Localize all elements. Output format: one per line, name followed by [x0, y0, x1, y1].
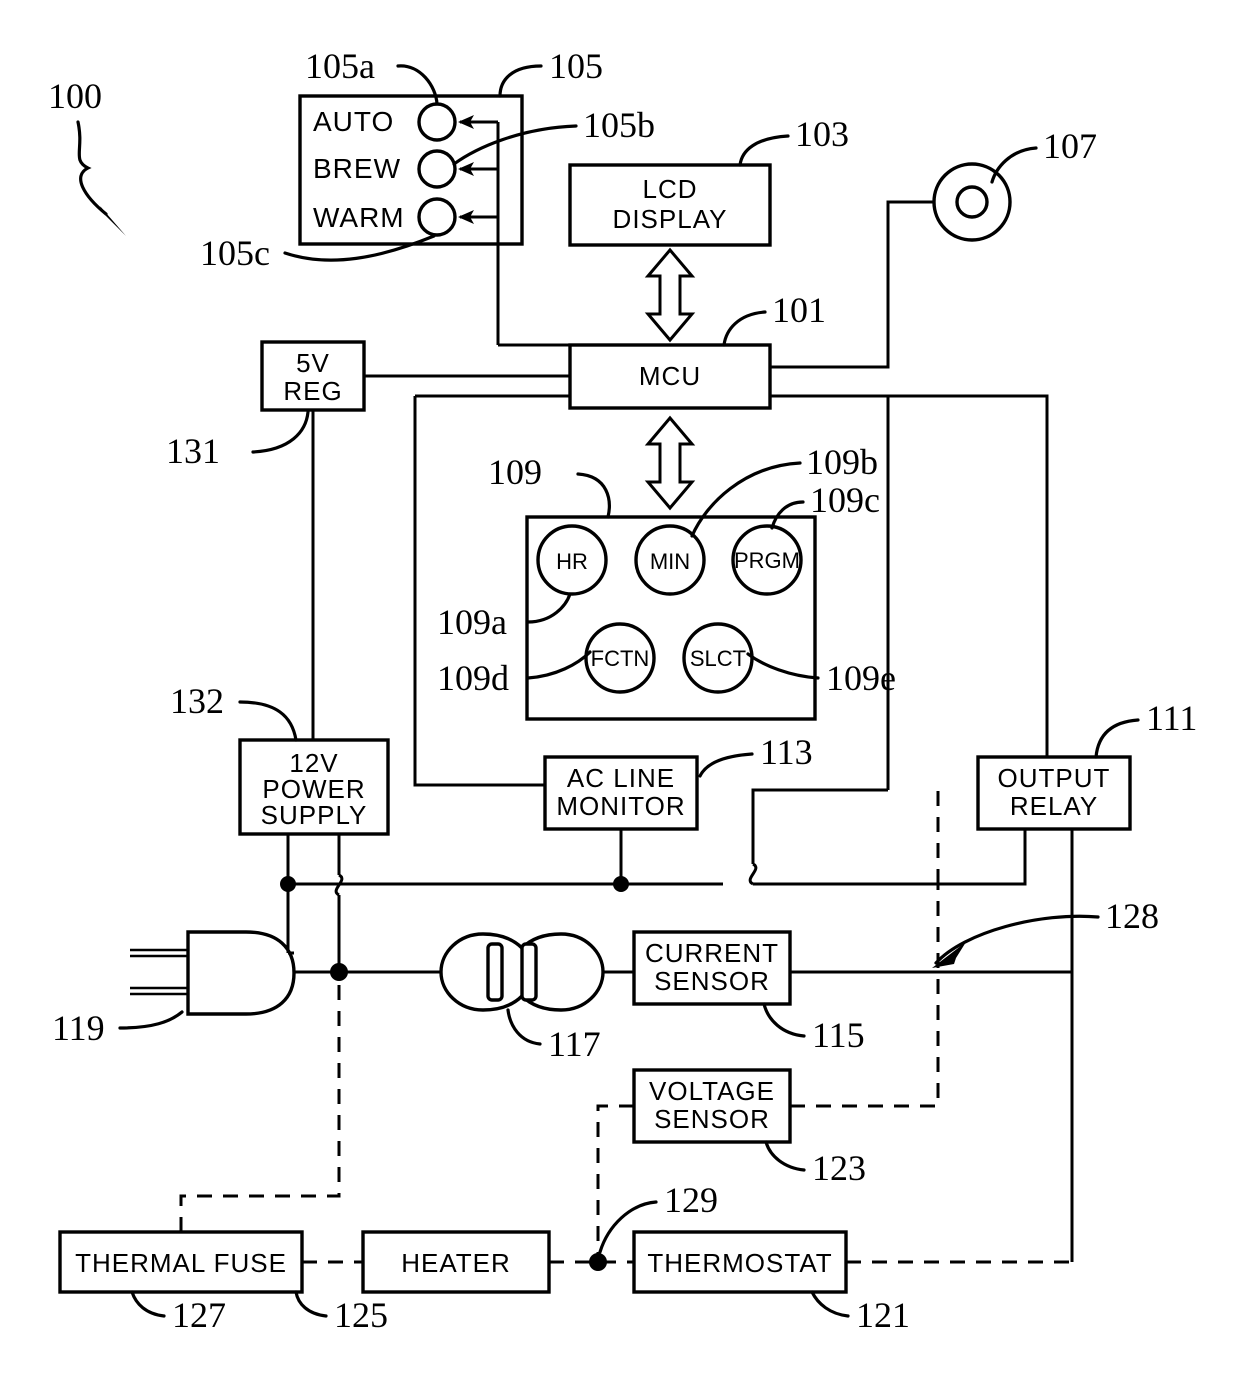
ref-131: 131 — [166, 431, 220, 471]
ref-115: 115 — [812, 1015, 865, 1055]
ref-113: 113 — [760, 732, 813, 772]
ref-128-leader — [934, 914, 1100, 965]
ref-105: 105 — [549, 46, 603, 86]
ref-105b: 105b — [583, 105, 655, 145]
ref-100-leader — [76, 120, 108, 216]
button-slct-label: SLCT — [690, 646, 746, 671]
ref-109b: 109b — [806, 442, 878, 482]
ac-line-monitor-label-line1: AC LINE — [567, 763, 675, 793]
ac-line-monitor-label-line2: MONITOR — [556, 791, 685, 821]
mode-label-brew: BREW — [313, 153, 401, 184]
ref-123-leader — [764, 1140, 806, 1172]
dash-vsense-to-busA — [790, 884, 940, 1108]
junction-node-heater-tap — [589, 1253, 607, 1271]
dash-vsense-to-heater-tap — [596, 1104, 634, 1262]
output-relay-label-line2: RELAY — [1010, 791, 1098, 821]
ref-131-leader — [251, 410, 310, 454]
thermal-fuse-label: THERMAL FUSE — [75, 1248, 287, 1278]
receptacle-slot-right — [520, 942, 538, 1002]
ref-127: 127 — [172, 1295, 226, 1335]
ref-113-leader — [698, 752, 754, 778]
ref-101-leader — [722, 310, 767, 347]
ref-121-leader — [810, 1290, 850, 1318]
lcd-label-line2: DISPLAY — [613, 204, 728, 234]
ref-105c: 105c — [200, 233, 270, 273]
voltage-sensor-label-line1: VOLTAGE — [649, 1076, 775, 1106]
wire-neutralbus-hop — [748, 862, 758, 886]
heater-label: HEATER — [401, 1248, 511, 1278]
output-relay-label-line1: OUTPUT — [998, 763, 1111, 793]
ref-132-leader — [238, 700, 298, 742]
psu-label-line3: SUPPLY — [261, 800, 368, 830]
mode-label-auto: AUTO — [313, 106, 394, 137]
ref-101: 101 — [772, 290, 826, 330]
ref-109d: 109d — [437, 658, 509, 698]
ref-105a: 105a — [305, 46, 375, 86]
button-fctn-label: FCTN — [591, 646, 650, 671]
ref-125-leader — [294, 1290, 328, 1318]
ref-128: 128 — [1105, 896, 1159, 936]
ref-105-leader — [498, 64, 543, 98]
lcd-label-line1: LCD — [642, 174, 697, 204]
indicator-brew[interactable] — [417, 149, 457, 189]
wire-cursense-signal-up — [751, 788, 888, 864]
indicator-warm[interactable] — [417, 197, 457, 237]
receptacle-slot-left — [486, 942, 504, 1002]
mcu-label: MCU — [639, 361, 701, 391]
ref-111-leader — [1094, 718, 1140, 759]
voltage-sensor-label-line2: SENSOR — [654, 1104, 770, 1134]
ref-119-leader — [118, 1010, 184, 1030]
ref-111: 111 — [1146, 698, 1197, 738]
ref-125: 125 — [334, 1295, 388, 1335]
block-diagram: 100 AUTO BREW WARM 105a 105 105b 105c LC… — [48, 46, 1197, 1335]
plug-body — [186, 930, 296, 1016]
button-hr-label: HR — [556, 549, 588, 574]
ref-107: 107 — [1043, 126, 1097, 166]
current-sensor-label-line1: CURRENT — [645, 938, 779, 968]
junction-node-aclm — [613, 876, 629, 892]
ref-100: 100 — [48, 76, 102, 116]
reg-5v-label-line2: REG — [283, 376, 342, 406]
indicator-auto[interactable] — [417, 102, 457, 142]
button-prgm-label: PRGM — [734, 548, 800, 573]
plug-prong-top — [130, 948, 188, 958]
figure-sheet: 100 AUTO BREW WARM 105a 105 105b 105c LC… — [0, 0, 1240, 1397]
ref-109-leader — [576, 472, 611, 519]
ref-103: 103 — [795, 114, 849, 154]
current-sensor-label-line2: SENSOR — [654, 966, 770, 996]
ref-109a: 109a — [437, 602, 507, 642]
ref-115-leader — [762, 1002, 806, 1038]
thermostat-label: THERMOSTAT — [647, 1248, 832, 1278]
ref-123: 123 — [812, 1148, 866, 1188]
mode-label-warm: WARM — [313, 202, 405, 233]
ref-117-leader — [506, 1008, 542, 1046]
ref-109e: 109e — [826, 658, 896, 698]
ref-127-leader — [130, 1290, 166, 1318]
bus-arrow-lcd-mcu — [644, 247, 696, 343]
ref-109: 109 — [488, 452, 542, 492]
plug-prong-bottom — [130, 986, 188, 996]
ref-117: 117 — [548, 1024, 601, 1064]
reg-5v-label-line1: 5V — [296, 348, 330, 378]
ref-103-leader — [738, 134, 790, 167]
bus-arrow-mcu-keypad — [644, 415, 696, 511]
wire-mcu-buzzer — [770, 200, 934, 369]
ref-129: 129 — [664, 1180, 718, 1220]
ref-119: 119 — [52, 1008, 105, 1048]
buzzer-inner — [955, 185, 989, 219]
ref-109c: 109c — [810, 480, 880, 520]
ref-121: 121 — [856, 1295, 910, 1335]
button-min-label: MIN — [650, 549, 690, 574]
ref-132: 132 — [170, 681, 224, 721]
wire-relay-to-neutralbus — [753, 829, 1027, 886]
